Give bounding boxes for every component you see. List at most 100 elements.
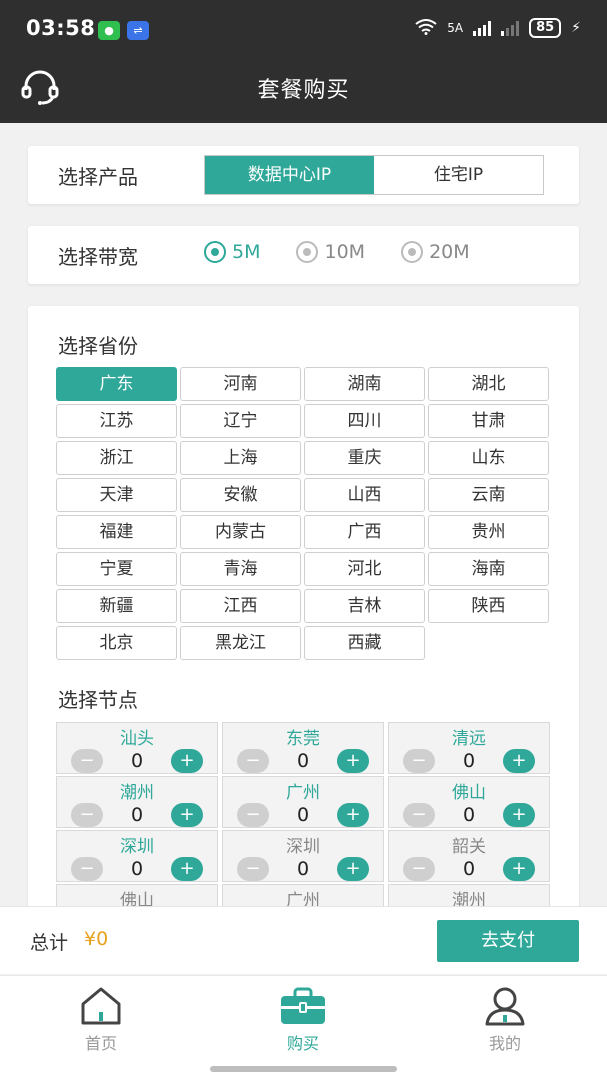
province-option[interactable]: 浙江 <box>56 441 177 475</box>
node-cell: 清远 0− + <box>388 722 550 774</box>
tab-buy-label: 购买 <box>286 1034 319 1053</box>
tab-home-label: 首页 <box>84 1034 117 1053</box>
bandwidth-selector: 5M 10M 20M <box>204 241 470 263</box>
status-indicators: 5A 85 ⚡ <box>415 18 581 38</box>
province-option[interactable]: 宁夏 <box>56 552 177 586</box>
increment-button[interactable]: + <box>337 803 369 827</box>
province-option[interactable]: 山东 <box>428 441 549 475</box>
decrement-button[interactable]: − <box>237 857 269 881</box>
node-name: 深圳 <box>120 837 154 857</box>
bandwidth-option-20m[interactable]: 20M <box>401 241 470 263</box>
node-cell: 深圳 0− + <box>222 830 384 882</box>
increment-button[interactable]: + <box>171 749 203 773</box>
province-option[interactable]: 甘肃 <box>428 404 549 438</box>
product-option-residential[interactable]: 住宅IP <box>374 156 543 194</box>
tab-home[interactable]: 首页 <box>51 986 151 1054</box>
province-option[interactable]: 江苏 <box>56 404 177 438</box>
province-option[interactable]: 上海 <box>180 441 301 475</box>
bandwidth-option-5m[interactable]: 5M <box>204 241 260 263</box>
province-option[interactable]: 安徽 <box>180 478 301 512</box>
province-option[interactable]: 重庆 <box>304 441 425 475</box>
province-option[interactable]: 河南 <box>180 367 301 401</box>
node-label: 选择节点 <box>58 688 138 712</box>
increment-button[interactable]: + <box>503 749 535 773</box>
province-option[interactable]: 广东 <box>56 367 177 401</box>
province-option[interactable]: 四川 <box>304 404 425 438</box>
province-option[interactable]: 吉林 <box>304 589 425 623</box>
tab-profile[interactable]: 我的 <box>455 986 555 1054</box>
node-cell: 潮州 0− + <box>56 776 218 828</box>
decrement-button[interactable]: − <box>237 749 269 773</box>
decrement-button[interactable]: − <box>71 803 103 827</box>
bandwidth-card: 选择带宽 5M 10M 20M <box>28 226 579 284</box>
province-option[interactable]: 江西 <box>180 589 301 623</box>
increment-button[interactable]: + <box>171 857 203 881</box>
node-name: 广州 <box>286 783 320 803</box>
payment-bar: 总计 ¥0 去支付 <box>0 906 607 974</box>
province-option[interactable]: 湖南 <box>304 367 425 401</box>
product-selector: 数据中心IP 住宅IP <box>204 155 544 195</box>
increment-button[interactable]: + <box>337 749 369 773</box>
province-option[interactable]: 内蒙古 <box>180 515 301 549</box>
node-name: 汕头 <box>120 729 154 749</box>
radio-selected-icon <box>204 241 226 263</box>
decrement-button[interactable]: − <box>71 749 103 773</box>
product-card: 选择产品 数据中心IP 住宅IP <box>28 146 579 204</box>
product-option-datacenter[interactable]: 数据中心IP <box>205 156 374 194</box>
province-option[interactable]: 新疆 <box>56 589 177 623</box>
node-name: 东莞 <box>286 729 320 749</box>
signal-icon <box>473 20 492 36</box>
province-option[interactable]: 广西 <box>304 515 425 549</box>
province-grid: 广东 河南 湖南 湖北江苏 辽宁 四川 甘肃浙江 上海 重庆 山东天津 安徽 山西 云南福建 内蒙古 广西贵… <box>56 367 551 660</box>
radio-unselected-icon <box>401 241 424 263</box>
bottom-tab-bar: 首页 购买 我的 <box>0 975 607 1080</box>
increment-button[interactable]: + <box>503 857 535 881</box>
province-option[interactable]: 陕西 <box>428 589 549 623</box>
province-option[interactable]: 贵州 <box>428 515 549 549</box>
increment-button[interactable]: + <box>171 803 203 827</box>
province-option[interactable]: 黑龙江 <box>180 626 301 660</box>
province-option[interactable]: 福建 <box>56 515 177 549</box>
province-option[interactable]: 山西 <box>304 478 425 512</box>
node-cell: 韶关 0− + <box>388 830 550 882</box>
signal-secondary-icon <box>501 20 520 36</box>
decrement-button[interactable]: − <box>71 857 103 881</box>
province-option[interactable]: 海南 <box>428 552 549 586</box>
decrement-button[interactable]: − <box>403 803 435 827</box>
home-icon <box>81 987 121 1025</box>
node-name: 潮州 <box>120 783 154 803</box>
total-amount: ¥0 <box>84 928 109 950</box>
node-name: 佛山 <box>452 783 486 803</box>
home-indicator <box>210 1066 397 1072</box>
tab-buy[interactable]: 购买 <box>253 986 353 1054</box>
usb-notification-icon: ⇌ <box>127 21 149 40</box>
node-grid: 汕头 0− + 东莞 0− + 清远 0− + 潮州 0− + 广州 0− + 佛山 0− + 深圳 0− + 深圳 0− +… <box>56 722 551 926</box>
pay-button[interactable]: 去支付 <box>437 920 579 962</box>
node-name: 深圳 <box>286 837 320 857</box>
bandwidth-option-label: 20M <box>429 241 470 263</box>
province-option[interactable]: 辽宁 <box>180 404 301 438</box>
province-option[interactable]: 河北 <box>304 552 425 586</box>
province-option[interactable]: 天津 <box>56 478 177 512</box>
product-label: 选择产品 <box>58 165 138 189</box>
decrement-button[interactable]: − <box>403 749 435 773</box>
decrement-button[interactable]: − <box>403 857 435 881</box>
decrement-button[interactable]: − <box>237 803 269 827</box>
bandwidth-label: 选择带宽 <box>58 245 138 269</box>
region-card: 选择省份 广东 河南 湖南 湖北 江苏 辽宁 四川 甘肃 浙江 上海 重庆 山东 天津 安徽 山西 云南 福建内… <box>28 306 579 926</box>
province-option[interactable]: 青海 <box>180 552 301 586</box>
increment-button[interactable]: + <box>337 857 369 881</box>
shopping-bag-icon <box>281 987 325 1024</box>
province-option[interactable]: 云南 <box>428 478 549 512</box>
bandwidth-option-label: 10M <box>324 241 366 263</box>
increment-button[interactable]: + <box>503 803 535 827</box>
app-header: 套餐购买 <box>0 60 607 123</box>
status-bar: 03:58 ● ⇌ 5A 85 ⚡ <box>0 0 607 60</box>
province-option[interactable]: 西藏 <box>304 626 425 660</box>
status-time: 03:58 <box>26 16 96 40</box>
tab-profile-label: 我的 <box>488 1034 521 1053</box>
province-option[interactable]: 湖北 <box>428 367 549 401</box>
province-option[interactable]: 北京 <box>56 626 177 660</box>
bandwidth-option-10m[interactable]: 10M <box>296 241 365 263</box>
node-cell: 广州 0− + <box>222 776 384 828</box>
